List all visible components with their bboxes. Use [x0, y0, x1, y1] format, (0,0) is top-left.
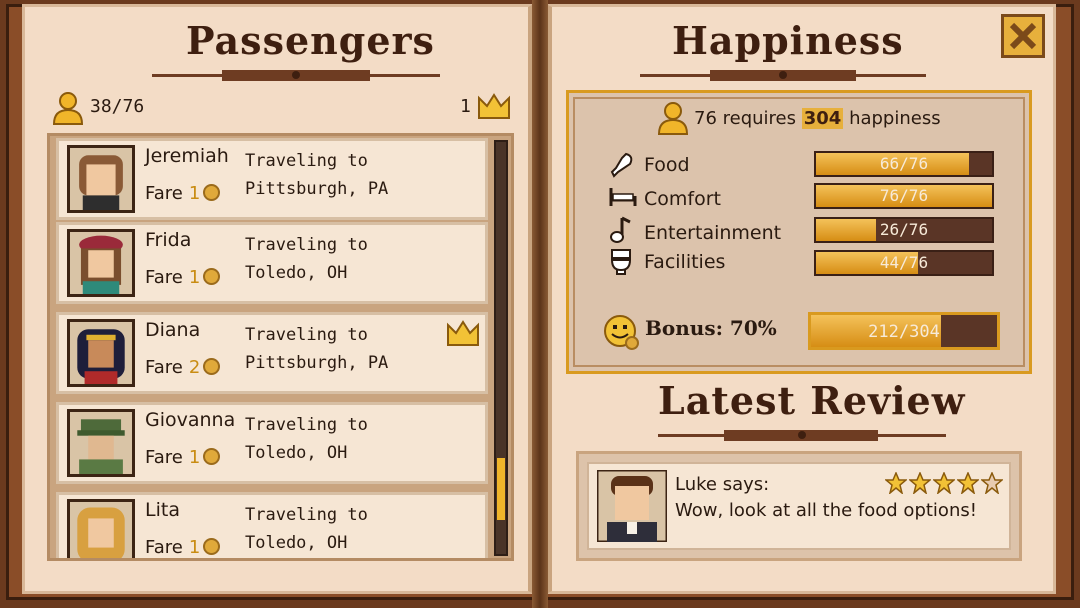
coin-icon: [203, 448, 221, 465]
list-scrollbar[interactable]: [494, 140, 508, 556]
star-icon: [909, 472, 931, 494]
passenger-fare: Fare 1: [145, 183, 221, 204]
passenger-row[interactable]: Diana Fare 2 Traveling to Pittsburgh, PA: [56, 312, 488, 394]
passenger-row[interactable]: Frida Fare 1 Traveling to Toledo, OH: [56, 222, 488, 304]
food-icon: [610, 152, 633, 178]
toilet-icon: [610, 249, 632, 275]
passenger-count: 38/76: [90, 96, 145, 117]
bed-icon: [609, 188, 637, 206]
latest-review-title: Latest Review: [658, 378, 966, 423]
passenger-name: Frida: [145, 229, 192, 251]
passenger-list[interactable]: Jeremiah Fare 1 Traveling to Pittsburgh, …: [47, 133, 514, 561]
coin-icon: [203, 184, 221, 201]
passenger-destination: Traveling to Toledo, OH: [245, 235, 368, 283]
coin-icon: [203, 268, 221, 285]
passenger-icon: [657, 102, 689, 135]
entertainment-bar: 26/76: [814, 217, 994, 243]
passenger-row[interactable]: Giovanna Fare 1 Traveling to Toledo, OH: [56, 402, 488, 484]
passenger-destination: Traveling to Toledo, OH: [245, 415, 368, 463]
review-stars: [885, 472, 1003, 494]
happiness-divider: [640, 70, 926, 81]
star-icon: [885, 472, 907, 494]
stat-label-entertainment: Entertainment: [644, 222, 782, 244]
review-text: Wow, look at all the food options!: [675, 500, 977, 521]
requirement-value: 304: [801, 108, 844, 129]
happiness-title: Happiness: [672, 18, 904, 63]
comfort-bar: 76/76: [814, 183, 994, 209]
passenger-portrait: [67, 499, 135, 558]
passenger-name: Diana: [145, 319, 201, 341]
food-bar: 66/76: [814, 151, 994, 177]
passengers-divider: [152, 70, 440, 81]
smiley-coin-icon: [604, 315, 639, 350]
review-divider: [658, 430, 946, 441]
star-icon: [981, 472, 1003, 494]
stat-label-comfort: Comfort: [644, 188, 721, 210]
facilities-bar: 44/76: [814, 250, 994, 276]
passenger-icon: [52, 92, 84, 125]
bonus-bar: 212/304: [808, 312, 1000, 350]
bonus-label: Bonus: 70%: [645, 316, 777, 340]
coin-icon: [203, 538, 221, 555]
passenger-destination: Traveling to Pittsburgh, PA: [245, 325, 389, 373]
vip-count: 1: [460, 96, 471, 117]
crown-icon: [478, 93, 510, 119]
passenger-fare: Fare 1: [145, 537, 221, 558]
passenger-portrait: [67, 409, 135, 477]
close-icon: [1009, 22, 1037, 50]
passenger-name: Jeremiah: [145, 145, 229, 167]
coin-icon: [203, 358, 221, 375]
star-icon: [957, 472, 979, 494]
passenger-destination: Traveling to Pittsburgh, PA: [245, 151, 389, 199]
vip-crown-icon: [447, 320, 479, 346]
passenger-portrait: [67, 319, 135, 387]
passenger-fare: Fare 2: [145, 357, 221, 378]
stat-label-food: Food: [644, 154, 690, 176]
book-spine: [532, 0, 548, 608]
stat-label-facilities: Facilities: [644, 251, 726, 273]
music-note-icon: [610, 216, 631, 243]
passenger-destination: Traveling to Toledo, OH: [245, 505, 368, 553]
passenger-portrait: [67, 229, 135, 297]
passenger-fare: Fare 1: [145, 267, 221, 288]
happiness-requirement: 76 requires 304 happiness: [694, 108, 941, 129]
passenger-portrait: [67, 145, 135, 213]
star-icon: [933, 472, 955, 494]
passenger-row[interactable]: Lita Fare 1 Traveling to Toledo, OH: [56, 492, 488, 558]
review-box: Luke says: Wow, look at all the food opt…: [576, 451, 1022, 561]
passenger-name: Lita: [145, 499, 180, 521]
passenger-row[interactable]: Jeremiah Fare 1 Traveling to Pittsburgh, …: [56, 138, 488, 220]
scrollbar-thumb[interactable]: [497, 458, 505, 520]
passengers-title: Passengers: [186, 18, 435, 63]
review-author: Luke says:: [675, 474, 770, 495]
close-button[interactable]: [1001, 14, 1045, 58]
reviewer-portrait: [597, 470, 667, 542]
passenger-fare: Fare 1: [145, 447, 221, 468]
passenger-name: Giovanna: [145, 409, 236, 431]
